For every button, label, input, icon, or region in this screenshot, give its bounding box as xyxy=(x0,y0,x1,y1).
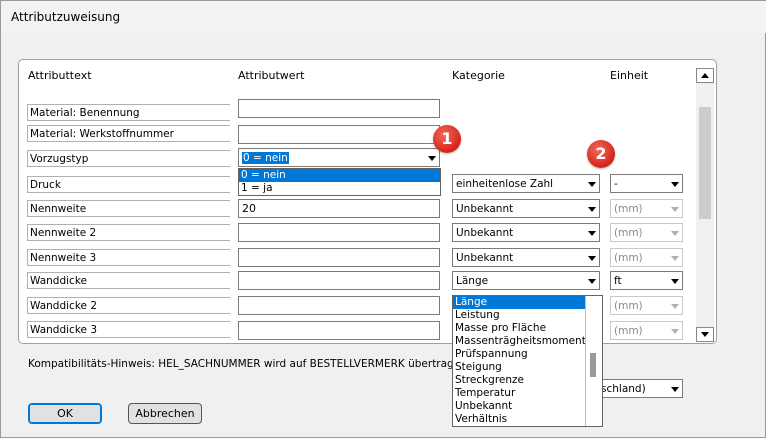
dropdown-option[interactable]: Leistung xyxy=(453,309,602,322)
kategorie-value: Unbekannt xyxy=(456,227,514,239)
header-einheit: Einheit xyxy=(610,69,649,82)
header-kategorie: Kategorie xyxy=(452,69,505,82)
chevron-down-icon[interactable] xyxy=(583,176,598,191)
chevron-down-icon[interactable] xyxy=(583,225,598,240)
header-attributwert: Attributwert xyxy=(238,69,305,82)
vorzugstyp-select[interactable]: 0 = nein xyxy=(238,148,440,167)
dropdown-option[interactable]: Verhältnis xyxy=(453,413,602,426)
einheit-select: (mm) xyxy=(610,223,683,242)
row-label: Material: Werkstoffnummer xyxy=(27,125,230,142)
chevron-down-icon[interactable] xyxy=(423,150,438,165)
chevron-down-icon xyxy=(666,225,681,240)
chevron-down-icon[interactable] xyxy=(666,176,681,191)
scrollbar-thumb[interactable] xyxy=(699,107,711,219)
chevron-down-icon[interactable] xyxy=(583,273,598,288)
dropdown-option[interactable]: Streckgrenze xyxy=(453,374,602,387)
kategorie-select[interactable]: Unbekannt xyxy=(452,248,600,267)
row-label: Druck xyxy=(27,176,230,193)
kategorie-value: Unbekannt xyxy=(456,203,514,215)
row-label: Nennweite 3 xyxy=(27,249,230,266)
value-input-nennweite-2[interactable] xyxy=(238,223,440,242)
chevron-down-icon xyxy=(666,298,681,313)
row-label: Wanddicke 2 xyxy=(27,297,230,314)
einheit-value: - xyxy=(614,178,618,190)
chevron-down-icon[interactable] xyxy=(583,250,598,265)
dropdown-option[interactable]: 1 = ja xyxy=(239,182,440,195)
kategorie-dropdown-list: Länge Leistung Masse pro Fläche Massentr… xyxy=(452,295,603,427)
region-value: schland) xyxy=(601,383,646,395)
einheit-value: ft xyxy=(614,275,622,287)
kategorie-value: einheitenlose Zahl xyxy=(456,178,554,190)
vorzugstyp-dropdown-list: 0 = nein 1 = ja xyxy=(238,168,441,196)
value-input-nennweite[interactable]: 20 xyxy=(238,199,440,218)
value-input-benennung[interactable] xyxy=(238,99,440,118)
kategorie-value: Länge xyxy=(456,275,489,287)
dropdown-scrollbar-thumb[interactable] xyxy=(590,353,596,377)
row-label: Wanddicke xyxy=(27,272,230,289)
chevron-down-icon xyxy=(666,201,681,216)
einheit-value: (mm) xyxy=(614,300,643,312)
kategorie-select[interactable]: Unbekannt xyxy=(452,199,600,218)
kategorie-value: Unbekannt xyxy=(456,252,514,264)
einheit-select: (mm) xyxy=(610,321,683,340)
row-label: Wanddicke 3 xyxy=(27,321,230,338)
value-input-werkstoffnummer[interactable] xyxy=(238,125,440,144)
row-label: Vorzugstyp xyxy=(27,150,230,167)
einheit-value: (mm) xyxy=(614,252,643,264)
dropdown-option[interactable]: Massenträgheitsmoment xyxy=(453,335,602,348)
chevron-down-icon xyxy=(666,250,681,265)
einheit-select: (mm) xyxy=(610,199,683,218)
cancel-button[interactable]: Abbrechen xyxy=(128,403,202,424)
value-input-wanddicke-3[interactable] xyxy=(238,321,440,340)
dropdown-divider xyxy=(585,296,586,426)
dropdown-option[interactable]: Länge xyxy=(453,296,585,309)
scroll-up-button[interactable] xyxy=(696,68,714,83)
dropdown-option[interactable]: Temperatur xyxy=(453,387,602,400)
einheit-select[interactable]: - xyxy=(610,174,683,193)
value-input-wanddicke[interactable] xyxy=(238,271,440,290)
dropdown-option[interactable]: Unbekannt xyxy=(453,400,602,413)
row-label: Material: Benennung xyxy=(27,104,230,121)
value-input-wanddicke-2[interactable] xyxy=(238,296,440,315)
ok-button[interactable]: OK xyxy=(28,403,102,424)
kategorie-select[interactable]: Länge xyxy=(452,271,600,290)
chevron-down-icon xyxy=(666,323,681,338)
step-badge-1: 1 xyxy=(433,125,461,153)
dialog-window: Attributzuweisung Attributtext Attributw… xyxy=(0,0,766,438)
dropdown-option[interactable]: Prüfspannung xyxy=(453,348,602,361)
dropdown-option[interactable]: 0 = nein xyxy=(239,169,440,182)
step-badge-2: 2 xyxy=(587,140,615,168)
title-bar: Attributzuweisung xyxy=(1,1,766,33)
einheit-value: (mm) xyxy=(614,203,643,215)
scroll-down-button[interactable] xyxy=(696,327,714,342)
row-label: Nennweite xyxy=(27,200,230,217)
einheit-select: (mm) xyxy=(610,296,683,315)
kategorie-select[interactable]: Unbekannt xyxy=(452,223,600,242)
kategorie-select[interactable]: einheitenlose Zahl xyxy=(452,174,600,193)
header-attributtext: Attributtext xyxy=(28,69,92,82)
compatibility-hint: Kompatibilitäts-Hinweis: HEL_SACHNUMMER … xyxy=(28,358,471,370)
value-input-nennweite-3[interactable] xyxy=(238,248,440,267)
einheit-value: (mm) xyxy=(614,325,643,337)
dropdown-option[interactable]: Steigung xyxy=(453,361,602,374)
chevron-down-icon[interactable] xyxy=(666,273,681,288)
chevron-down-icon[interactable] xyxy=(666,381,681,396)
region-select[interactable]: schland) xyxy=(597,379,683,398)
einheit-value: (mm) xyxy=(614,227,643,239)
einheit-select[interactable]: ft xyxy=(610,271,683,290)
row-label: Nennweite 2 xyxy=(27,224,230,241)
window-title: Attributzuweisung xyxy=(11,10,121,24)
chevron-down-icon[interactable] xyxy=(583,201,598,216)
vorzugstyp-value: 0 = nein xyxy=(242,152,289,164)
dropdown-option[interactable]: Masse pro Fläche xyxy=(453,322,602,335)
einheit-select: (mm) xyxy=(610,248,683,267)
